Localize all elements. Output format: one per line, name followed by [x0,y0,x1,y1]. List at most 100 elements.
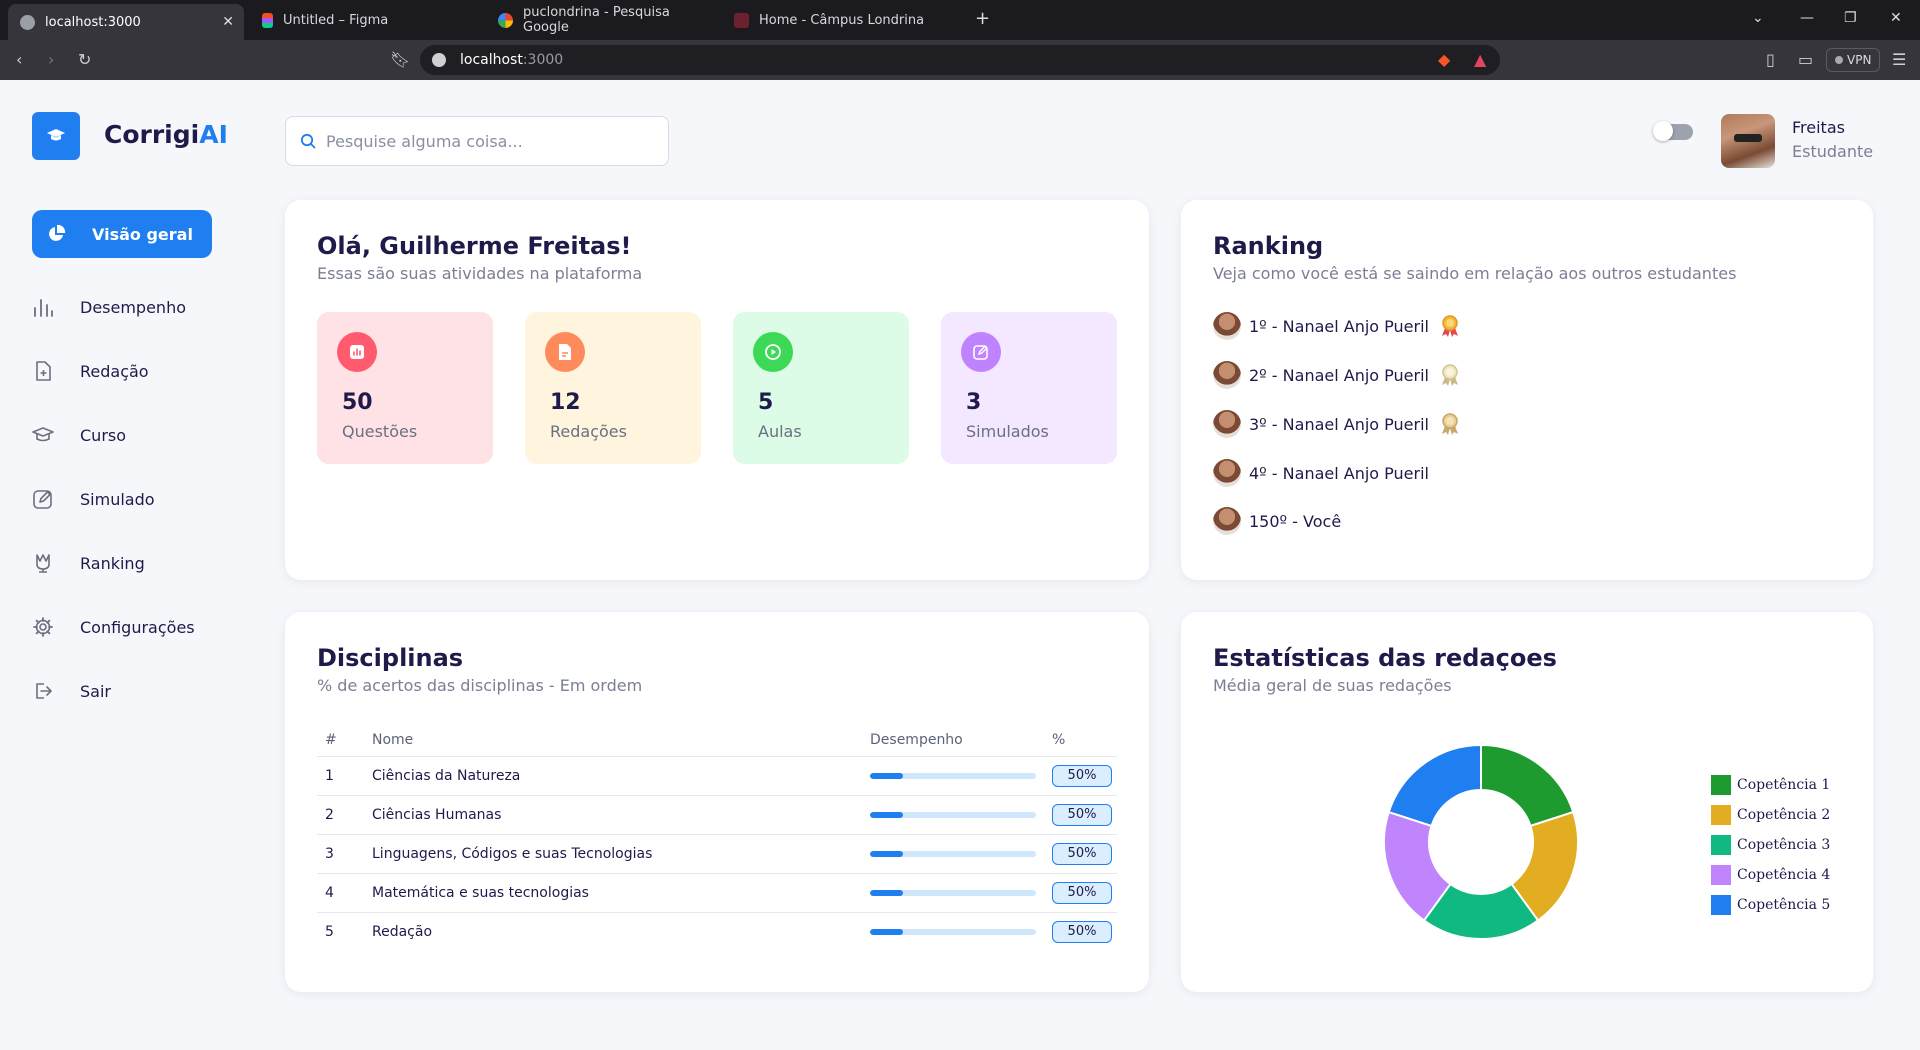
legend-item[interactable]: Copetência 1 [1711,770,1830,800]
gold-medal-icon [1441,315,1458,337]
ranking-entry-text: 2º - Nanael Anjo Pueril [1249,365,1429,385]
menu-icon[interactable]: ☰ [1892,50,1906,69]
stat-value: 12 [550,390,581,415]
progress-bar [870,850,1036,857]
browser-tab[interactable]: puclondrina - Pesquisa Google [486,4,716,36]
progress-fill [870,889,904,896]
sidebar-item-sair[interactable]: Sair [32,676,232,706]
sidebar-item-desempenho[interactable]: Desempenho [32,292,232,322]
play-icon [765,344,781,360]
sidebar-item-label: Redação [80,361,149,381]
sidebar-item-configuracoes[interactable]: Configurações [32,612,232,642]
avatar [1213,507,1241,535]
logo-mark [32,112,80,160]
brave-shield-icon[interactable]: ◆ [1438,50,1450,69]
donut-slice[interactable] [1480,743,1575,828]
table-row[interactable]: 1 Ciências da Natureza 50% [317,756,1117,796]
campus-icon [734,12,749,28]
donut-slice[interactable] [1387,743,1482,828]
back-icon[interactable]: ‹ [16,50,22,69]
wallet-icon[interactable]: ▭ [1798,50,1813,69]
sidebar-item-ranking[interactable]: Ranking [32,548,232,578]
vpn-button[interactable]: VPN [1826,48,1881,72]
row-progress [870,756,1052,796]
ranking-entry[interactable]: 2º - Nanael Anjo Pueril [1213,361,1461,389]
address-bar[interactable]: localhost:3000 [420,45,1500,75]
sidebar-toggle-icon[interactable]: ▯ [1766,50,1775,69]
row-name: Matemática e suas tecnologias [372,873,870,913]
gear-icon [33,617,53,637]
estatisticas-subtitle: Média geral de suas redações [1213,676,1452,695]
tab-title: localhost:3000 [45,14,141,30]
figma-icon [262,12,273,28]
ranking-entry[interactable]: 3º - Nanael Anjo Pueril [1213,410,1461,438]
graduation-cap-icon [32,427,54,442]
estatisticas-title: Estatísticas das redaçoes [1213,644,1557,672]
sidebar-item-simulado[interactable]: Simulado [32,484,232,514]
table-row[interactable]: 2 Ciências Humanas 50% [317,795,1117,835]
stat-questoes[interactable]: 50 Questões [317,312,493,464]
row-number: 3 [317,834,372,874]
close-window-button[interactable]: ✕ [1890,10,1902,26]
stat-value: 50 [342,390,373,415]
stat-simulados[interactable]: 3 Simulados [941,312,1117,464]
stat-value: 3 [966,390,982,415]
stat-redacoes[interactable]: 12 Redações [525,312,701,464]
search-input[interactable] [326,131,646,151]
row-progress [870,873,1052,913]
legend-item[interactable]: Copetência 2 [1711,800,1830,830]
sidebar-item-label: Configurações [80,617,195,637]
tab-search-icon[interactable]: ⌄ [1752,10,1764,26]
maximize-button[interactable]: ❐ [1844,10,1857,26]
stat-label: Redações [550,422,627,441]
ranking-entry[interactable]: 1º - Nanael Anjo Pueril [1213,312,1461,340]
table-row[interactable]: 3 Linguagens, Códigos e suas Tecnologias… [317,834,1117,874]
close-tab-icon[interactable]: ✕ [222,14,234,30]
browser-tab[interactable]: Untitled – Figma [250,4,480,36]
reload-icon[interactable]: ↻ [78,50,91,69]
row-percent-cell: 50% [1052,912,1117,951]
legend-swatch [1711,775,1731,795]
vpn-label: VPN [1847,53,1872,67]
site-info-icon[interactable] [432,53,446,67]
disciplinas-card: Disciplinas % de acertos das disciplinas… [285,612,1149,992]
minimize-button[interactable]: — [1800,10,1814,26]
browser-tab[interactable]: Home - Câmpus Londrina [722,4,958,36]
avatar[interactable] [1721,114,1775,168]
sidebar-item-redacao[interactable]: Redação [32,356,232,386]
legend-item[interactable]: Copetência 5 [1711,890,1830,920]
table-row[interactable]: 4 Matemática e suas tecnologias 50% [317,873,1117,913]
stat-label: Aulas [758,422,802,441]
progress-fill [870,850,904,857]
stat-value: 5 [758,390,774,415]
ranking-entry[interactable]: 4º - Nanael Anjo Pueril [1213,459,1429,487]
browser-tab-active[interactable]: localhost:3000 ✕ [8,4,244,40]
row-percent-cell: 50% [1052,834,1117,874]
sidebar-item-label: Desempenho [80,297,186,317]
row-number: 4 [317,873,372,913]
new-tab-button[interactable]: + [975,8,990,29]
theme-toggle[interactable] [1653,121,1693,141]
stat-icon-bg [545,332,585,372]
brave-rewards-icon[interactable]: ▲ [1474,50,1486,69]
document-icon [559,344,571,360]
ranking-entry-self[interactable]: 150º - Você [1213,507,1341,535]
table-row[interactable]: 5 Redação 50% [317,912,1117,951]
legend-item[interactable]: Copetência 4 [1711,860,1830,890]
avatar [1213,459,1241,487]
row-percent-cell: 50% [1052,873,1117,913]
ranking-subtitle: Veja como você está se saindo em relação… [1213,264,1737,283]
ranking-entry-text: 1º - Nanael Anjo Pueril [1249,316,1429,336]
pie-chart-icon [49,224,66,241]
forward-icon[interactable]: › [48,50,54,69]
stat-aulas[interactable]: 5 Aulas [733,312,909,464]
bookmark-icon[interactable]: 🔖︎ [390,50,410,69]
sidebar-item-curso[interactable]: Curso [32,420,232,450]
legend-label: Copetência 4 [1737,867,1831,883]
legend-item[interactable]: Copetência 3 [1711,830,1830,860]
edit-icon [33,490,52,509]
welcome-card: Olá, Guilherme Freitas! Essas são suas a… [285,200,1149,580]
file-plus-icon [36,361,51,381]
sidebar-item-visao-geral[interactable]: Visão geral [32,210,212,258]
disciplinas-table: # Nome Desempenho % 1 Ciências da Nature… [317,724,1117,951]
